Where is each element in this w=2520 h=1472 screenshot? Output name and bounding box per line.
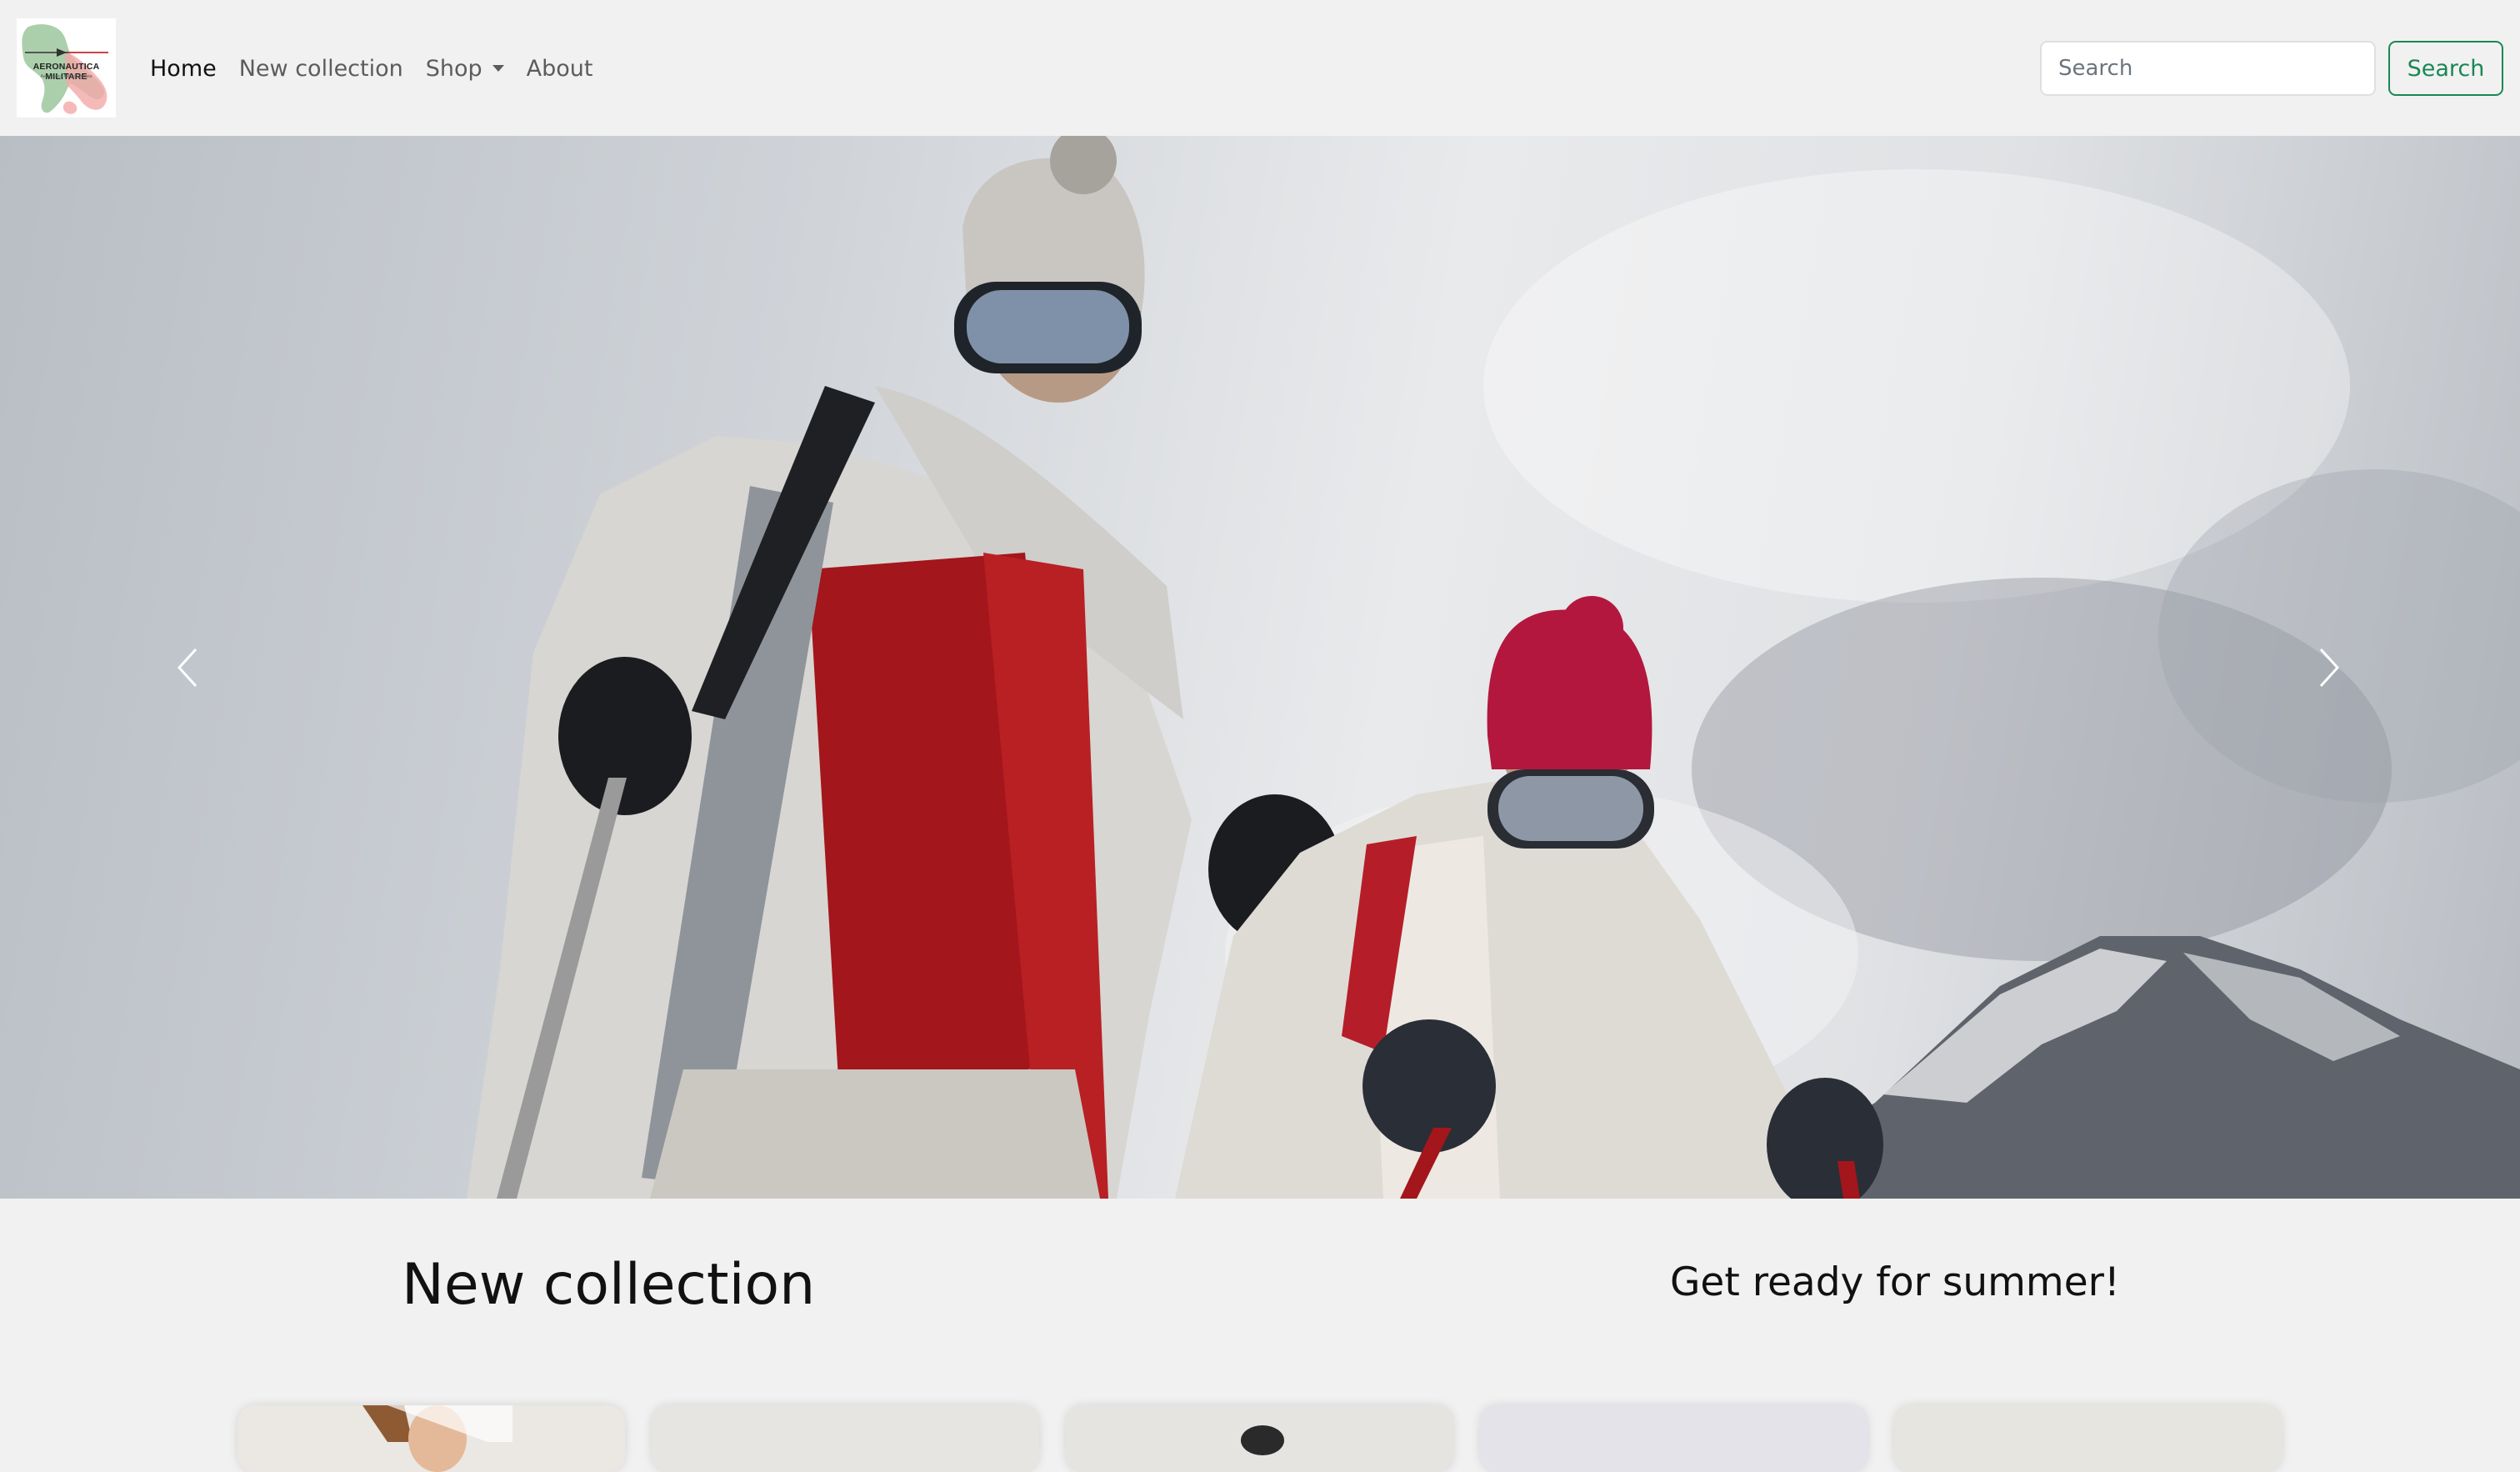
product-image [1894,1405,2282,1472]
product-cards [238,1405,2283,1472]
product-card[interactable] [238,1405,625,1472]
nav-home[interactable]: Home [150,56,217,82]
main-nav: Home New collection Shop About [150,48,616,88]
nav-shop-label: Shop [425,55,482,82]
product-image [238,1405,625,1472]
search-button[interactable]: Search [2388,41,2503,96]
hero-image [467,136,2520,1199]
nav-shop-dropdown[interactable]: Shop [426,56,504,82]
product-card[interactable] [1480,1405,1868,1472]
product-image [652,1405,1039,1472]
product-card[interactable] [1894,1405,2282,1472]
nav-about[interactable]: About [527,56,593,82]
navbar: AERONAUTICA MILITARE Aeronautica Militar… [0,0,2520,136]
nav-new-collection[interactable]: New collection [239,56,403,82]
brand-logo[interactable]: AERONAUTICA MILITARE Aeronautica Militar… [17,18,116,118]
logo-subtext: Aeronautica Militare Italiana [40,74,92,79]
product-card[interactable] [1066,1405,1453,1472]
product-card[interactable] [652,1405,1039,1472]
chevron-left-icon [177,648,198,687]
section-subtitle: Get ready for summer! [1670,1259,2120,1305]
hero-carousel [0,136,2520,1199]
product-image [1480,1405,1868,1472]
search-input[interactable] [2040,41,2376,96]
carousel-prev-button[interactable] [92,136,283,1199]
carousel-next-button[interactable] [2233,136,2425,1199]
section-title: New collection [402,1252,816,1318]
chevron-right-icon [2319,648,2340,687]
caret-down-icon [492,64,504,72]
product-image [1066,1405,1453,1472]
